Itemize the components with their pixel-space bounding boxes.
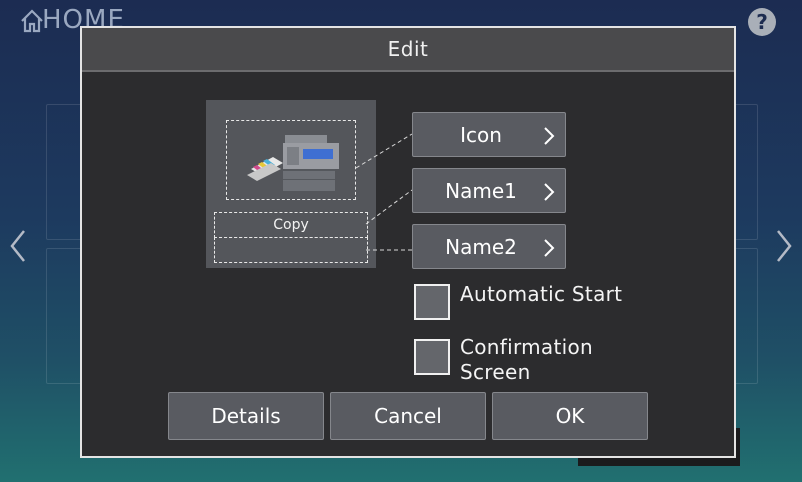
dialog-title: Edit [82, 28, 734, 72]
next-page-arrow-icon[interactable] [774, 228, 794, 264]
edit-dialog: Edit Copy Icon Name1 Name2 Automatic Sta… [80, 26, 736, 458]
background-tile [46, 248, 82, 384]
details-button[interactable]: Details [168, 392, 324, 440]
preview-tile: Copy [206, 100, 376, 268]
name2-button-label: Name2 [445, 234, 517, 259]
automatic-start-label: Automatic Start [460, 282, 623, 306]
confirmation-screen-option[interactable]: Confirmation Screen [414, 335, 593, 385]
chevron-right-icon [544, 183, 555, 201]
previous-page-arrow-icon[interactable] [8, 228, 28, 264]
preview-icon-area [226, 120, 356, 200]
automatic-start-checkbox[interactable] [414, 284, 450, 320]
icon-button[interactable]: Icon [412, 112, 566, 157]
chevron-right-icon [544, 239, 555, 257]
automatic-start-option[interactable]: Automatic Start [414, 282, 622, 320]
chevron-right-icon [544, 127, 555, 145]
confirmation-screen-label-line2: Screen [460, 360, 531, 384]
preview-name1-field: Copy [214, 212, 368, 238]
name1-button[interactable]: Name1 [412, 168, 566, 213]
background-tile [734, 248, 758, 384]
background-tile [734, 104, 758, 240]
confirmation-screen-label: Confirmation Screen [460, 335, 593, 385]
background-tile [46, 104, 82, 240]
cancel-button[interactable]: Cancel [330, 392, 486, 440]
ok-button[interactable]: OK [492, 392, 648, 440]
help-icon[interactable]: ? [748, 8, 776, 36]
confirmation-screen-checkbox[interactable] [414, 339, 450, 375]
preview-name2-field [214, 237, 368, 263]
confirmation-screen-label-line1: Confirmation [460, 335, 593, 359]
icon-button-label: Icon [460, 122, 502, 147]
name1-button-label: Name1 [445, 178, 517, 203]
name2-button[interactable]: Name2 [412, 224, 566, 269]
